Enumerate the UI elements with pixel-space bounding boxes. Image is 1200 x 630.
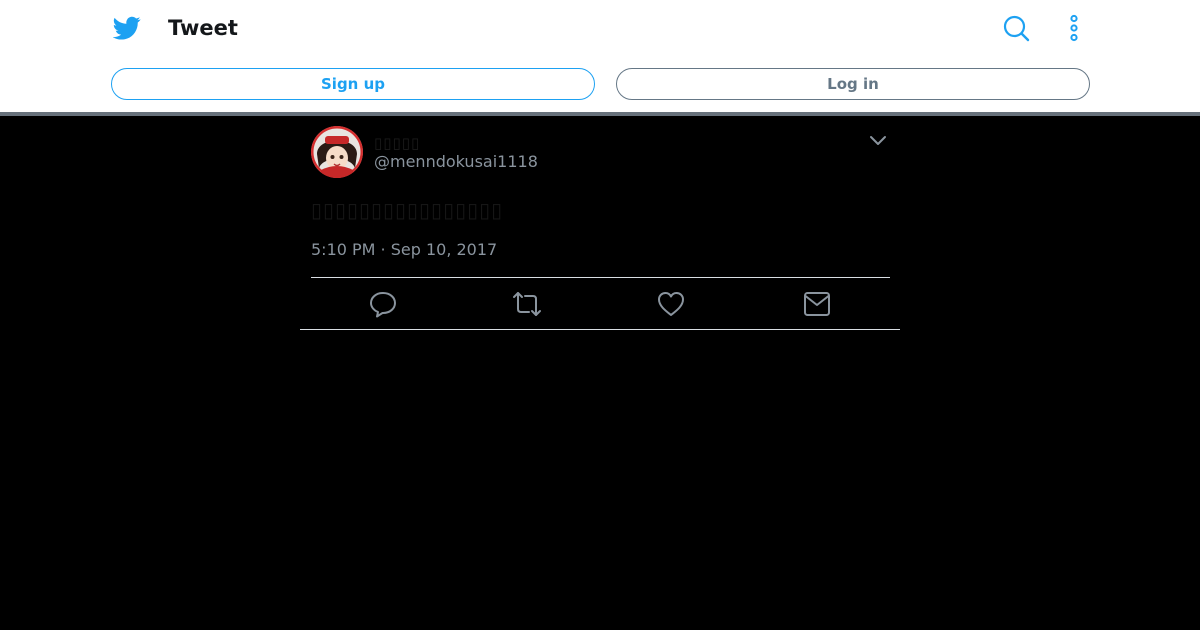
search-icon[interactable] bbox=[1002, 14, 1030, 42]
log-in-button[interactable]: Log in bbox=[616, 68, 1090, 100]
like-icon[interactable] bbox=[656, 289, 686, 319]
tweet-text: ▯▯▯▯▯▯▯▯▯▯▯▯▯▯▯▯ bbox=[311, 198, 504, 222]
header-divider bbox=[0, 112, 1200, 116]
retweet-icon[interactable] bbox=[512, 289, 542, 319]
page-title: Tweet bbox=[168, 16, 238, 40]
avatar[interactable] bbox=[311, 126, 363, 178]
direct-message-icon[interactable] bbox=[802, 289, 832, 319]
divider bbox=[300, 329, 900, 330]
twitter-bird-icon[interactable] bbox=[113, 14, 141, 42]
divider bbox=[311, 277, 890, 278]
sign-up-button[interactable]: Sign up bbox=[111, 68, 595, 100]
user-handle[interactable]: @menndokusai1118 bbox=[374, 152, 538, 172]
more-vertical-icon[interactable] bbox=[1064, 14, 1084, 42]
reply-icon[interactable] bbox=[368, 289, 398, 319]
display-name[interactable]: ▯▯▯▯▯ bbox=[374, 134, 420, 152]
top-bar: Tweet Sign up Log in bbox=[0, 0, 1200, 112]
tweet-timestamp[interactable]: 5:10 PM · Sep 10, 2017 bbox=[311, 240, 497, 260]
chevron-down-icon[interactable] bbox=[868, 131, 888, 151]
